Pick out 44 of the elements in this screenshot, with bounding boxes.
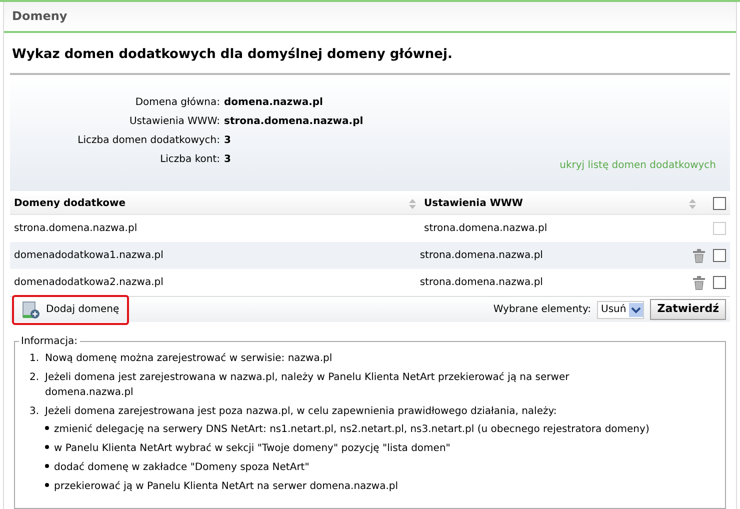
list-number: 3. <box>28 405 39 419</box>
panel-title: Domeny <box>12 8 68 25</box>
info-text: Jeżeli domena zarejestrowana jest poza nazwa.pl, w celu zapewnienia prawidłowego działania, należy: <box>45 405 558 419</box>
field-label: Liczba kont: <box>160 153 220 167</box>
checkbox[interactable] <box>713 276 726 289</box>
info-text: przekierować ją w Panelu Klienta NetArt na serwer domena.nazwa.pl <box>54 480 398 494</box>
field-label: Domena główna: <box>135 96 220 110</box>
trash-icon[interactable] <box>693 276 705 290</box>
column-header[interactable]: Domeny dodatkowe <box>14 196 126 211</box>
action-select[interactable]: Usuń <box>597 300 644 318</box>
info-text: w Panelu Klienta NetArt wybrać w sekcji "Twoje domeny" pozycję "lista domen" <box>54 442 450 456</box>
table-cell-text: strona.domena.nazwa.pl <box>418 276 544 290</box>
bulk-action-label: Wybrane elementy: <box>493 303 592 317</box>
field-value: domena.nazwa.pl <box>224 96 323 110</box>
checkbox[interactable] <box>713 197 726 210</box>
field-value: 3 <box>224 134 231 148</box>
bullet-icon <box>45 426 49 430</box>
bullet-icon <box>45 464 49 468</box>
list-number: 1. <box>28 352 39 366</box>
info-text: Jeżeli domena jest zarejestrowana w nazwa.pl, należy w Panelu Klienta NetArt przekierować ją na serwer domena.nazwa.pl <box>45 371 570 400</box>
info-text: dodać domenę w zakładce "Domeny spoza NetArt" <box>54 461 310 475</box>
sort-icon[interactable] <box>689 198 696 208</box>
bullet-icon <box>45 483 49 487</box>
column-header[interactable]: Ustawienia WWW <box>424 196 523 211</box>
bullet-icon <box>45 445 49 449</box>
info-legend: Informacja: <box>19 334 80 349</box>
field-label: Ustawienia WWW: <box>129 115 220 129</box>
trash-icon[interactable] <box>693 248 705 262</box>
field-label: Liczba domen dodatkowych: <box>78 134 220 148</box>
list-number: 2. <box>28 371 39 385</box>
field-value: 3 <box>224 153 231 167</box>
table-cell-text: strona.domena.nazwa.pl <box>13 222 138 236</box>
info-text: zmienić delegację na serwery DNS NetArt: ns1.netart.pl, ns2.netart.pl, ns3.netart.pl (u obecnego rejestratora domeny) <box>54 423 650 437</box>
table-cell-text: domenadodatkowa1.nazwa.pl <box>13 249 164 263</box>
checkbox[interactable] <box>713 249 726 262</box>
table-cell-text: domenadodatkowa2.nazwa.pl <box>13 276 164 290</box>
add-domain-button[interactable]: Dodaj domenę <box>12 294 130 324</box>
table-cell-text: strona.domena.nazwa.pl <box>423 222 548 236</box>
sort-icon[interactable] <box>409 198 416 208</box>
disk-add-icon <box>22 300 40 318</box>
info-text: Nową domenę można zarejestrować w serwisie: nazwa.pl <box>45 352 332 366</box>
submit-button[interactable]: Zatwierdź <box>650 299 726 320</box>
table-cell-text: strona.domena.nazwa.pl <box>418 249 544 263</box>
field-value: strona.domena.nazwa.pl <box>224 115 364 129</box>
